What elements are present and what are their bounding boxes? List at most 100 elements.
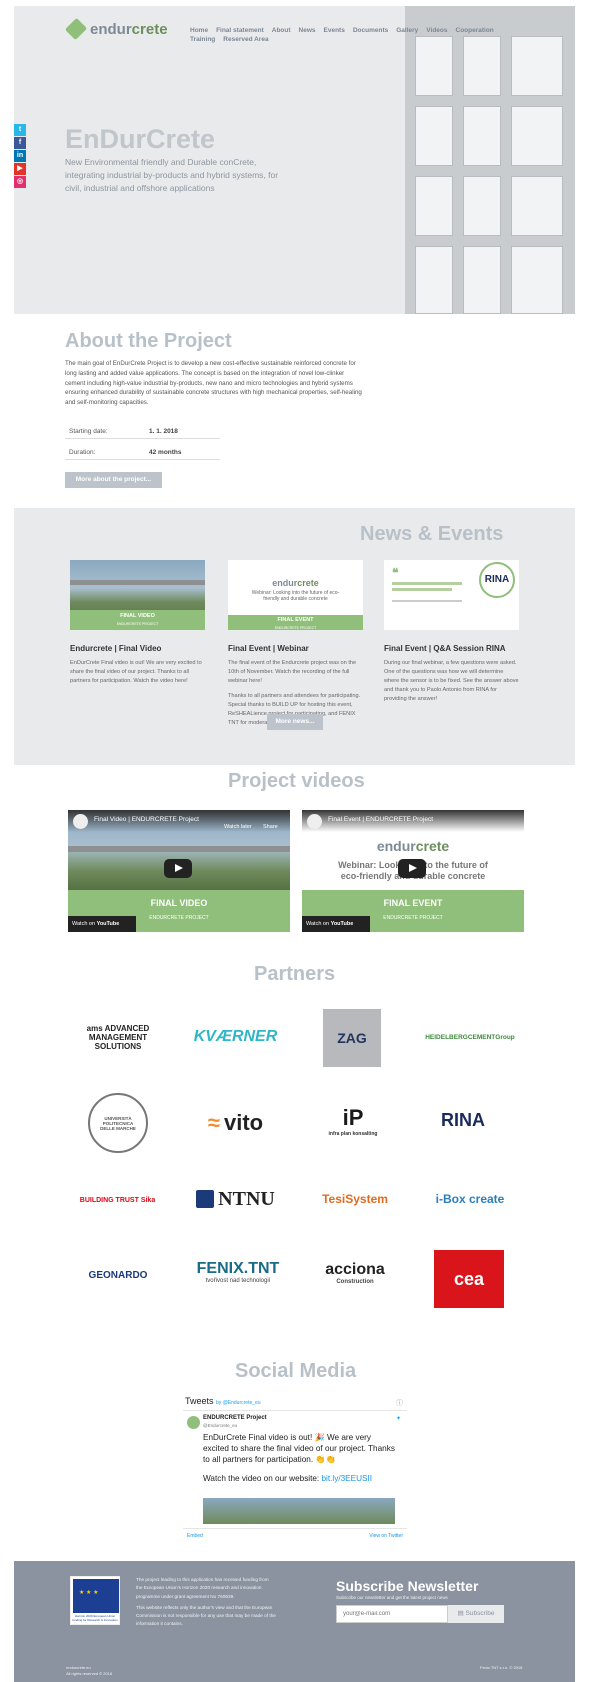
watch-on-label: Watch on <box>306 921 330 927</box>
avatar[interactable] <box>187 1416 200 1429</box>
view-on-twitter-link[interactable]: View on Twitter <box>369 1533 403 1539</box>
nav-cooperation[interactable]: Cooperation <box>456 26 494 35</box>
embed-link[interactable]: Embed <box>187 1533 203 1539</box>
news-card-image[interactable]: ❝ RINA <box>384 560 519 630</box>
newsletter-title: Subscribe Newsletter <box>336 1578 479 1594</box>
subscribe-label: Subscribe <box>465 1610 495 1617</box>
video-logo: endurcrete <box>302 838 524 854</box>
news-card-text: The final event of the Endurcrete projec… <box>228 660 357 684</box>
channel-avatar[interactable] <box>307 814 322 829</box>
more-about-button[interactable]: More about the project... <box>65 472 162 488</box>
nav-news[interactable]: News <box>299 26 316 35</box>
partner-logo-acciona[interactable]: acciona Construction <box>305 1254 405 1292</box>
main-nav: Home Final statement About News Events Docume… <box>190 26 520 44</box>
hero-subtitle: New Environmental friendly and Durable c… <box>65 157 279 193</box>
social-bar: t f in ▶ ◎ <box>14 124 26 189</box>
share-button[interactable]: Share <box>263 824 278 830</box>
news-card-image[interactable]: endurcrete Webinar: Looking into the fut… <box>228 560 363 630</box>
facebook-icon[interactable]: f <box>14 137 26 149</box>
subscribe-button[interactable]: ▤ Subscribe <box>448 1605 504 1623</box>
videos-title: Project videos <box>228 770 365 792</box>
nav-final-statement[interactable]: Final statement <box>216 26 264 35</box>
partner-logo-tesisystem[interactable]: TesiSystem <box>300 1185 410 1213</box>
twitter-widget[interactable]: Tweets by @Endurcrete_eu ⓘ ENDURCRETE Pr… <box>183 1394 407 1544</box>
site-logo[interactable]: endurcrete <box>64 17 168 41</box>
quote-line <box>392 588 452 591</box>
partner-logo-ams[interactable]: ams ADVANCED MANAGEMENT SOLUTIONS <box>68 1022 168 1052</box>
news-card[interactable]: ❝ RINA Final Event | Q&A Session RINA Du… <box>384 560 519 704</box>
tweet-link-label: Watch the video on our website: <box>203 1474 320 1483</box>
partner-logo-cea[interactable]: cea <box>434 1250 504 1308</box>
play-button-icon[interactable] <box>164 859 192 878</box>
twitter-icon[interactable]: t <box>14 124 26 136</box>
card-logo-b: crete <box>297 578 319 588</box>
info-icon[interactable]: ⓘ <box>396 1398 403 1408</box>
nav-gallery[interactable]: Gallery <box>396 26 418 35</box>
social-media-title: Social Media <box>235 1360 357 1382</box>
youtube-icon[interactable]: ▶ <box>14 163 26 175</box>
band-title: FINAL VIDEO <box>150 898 208 908</box>
partners-title: Partners <box>254 963 336 985</box>
nav-home[interactable]: Home <box>190 26 208 35</box>
newsletter-email-input[interactable] <box>336 1605 448 1623</box>
bridge-deck <box>70 580 205 590</box>
band-title: FINAL VIDEO <box>120 613 155 619</box>
nav-videos[interactable]: Videos <box>426 26 447 35</box>
tweet-link-line: Watch the video on our website: bit.ly/3… <box>203 1474 372 1483</box>
nav-documents[interactable]: Documents <box>353 26 388 35</box>
partner-logo-rina[interactable]: RINA <box>433 1105 493 1135</box>
news-section: News & Events FINAL VIDEO ENDURCRETE PROJ… <box>14 508 575 765</box>
nav-about[interactable]: About <box>272 26 291 35</box>
nav-events[interactable]: Events <box>324 26 345 35</box>
news-card-band: FINAL EVENT ENDURCRETE PROJECT <box>228 615 363 630</box>
partner-logo-heidelberg[interactable]: HEIDELBERGCEMENTGroup <box>415 1022 525 1052</box>
tweet-media-image[interactable] <box>203 1498 395 1524</box>
partner-logo-fenix[interactable]: FENIX.TNT tvořivost nad technologií <box>188 1252 288 1292</box>
video-title[interactable]: Final Video | ENDURCRETE Project <box>68 810 290 832</box>
linkedin-icon[interactable]: in <box>14 150 26 162</box>
video-player[interactable]: Final Video | ENDURCRETE Project Watch l… <box>68 810 290 932</box>
divider <box>183 1410 407 1411</box>
footer-site[interactable]: endurcrete.eu <box>66 1665 91 1670</box>
eu-caption: Horizon 2020 European Union funding for … <box>72 1614 118 1622</box>
footer-credit[interactable]: Fenix TNT s.r.o. © 2018 <box>480 1665 522 1670</box>
video-player[interactable]: Final Event | ENDURCRETE Project endurcr… <box>302 810 524 932</box>
about-title: About the Project <box>65 330 232 352</box>
watch-on-youtube[interactable]: Watch on YouTube <box>302 916 370 932</box>
acciona-text: acciona <box>325 1261 385 1278</box>
nav-reserved-area[interactable]: Reserved Area <box>223 35 268 44</box>
news-card-image[interactable]: FINAL VIDEO ENDURCRETE PROJECT <box>70 560 205 630</box>
hero-section: endurcrete Home Final statement About News E… <box>14 6 575 314</box>
more-news-button[interactable]: More news... <box>267 714 323 730</box>
bridge-deck <box>68 846 290 852</box>
partner-logo-kvaerner[interactable]: KVÆRNER <box>183 1022 288 1052</box>
video-title[interactable]: Final Event | ENDURCRETE Project <box>302 810 524 832</box>
partner-logo-infraplan[interactable]: iP infra plan konsalting <box>323 1095 383 1147</box>
play-button-icon[interactable] <box>398 859 426 878</box>
news-card-text: EnDurCrete Final video is out! We are ve… <box>70 660 202 684</box>
tweet-handle[interactable]: @Endurcrete_eu <box>203 1423 237 1428</box>
partner-logo-geonardo[interactable]: GEONARDO <box>66 1262 170 1288</box>
partner-logo-univpm[interactable]: UNIVERSITÀ POLITECNICA DELLE MARCHE <box>88 1093 148 1153</box>
footer-disclaimer: The project leading to this application … <box>136 1576 276 1629</box>
tweets-by-label[interactable]: by @Endurcrete_eu <box>216 1400 261 1406</box>
news-card-title[interactable]: Final Event | Q&A Session RINA <box>384 644 519 653</box>
nav-training[interactable]: Training <box>190 35 215 44</box>
watch-later-button[interactable]: Watch later <box>224 824 252 830</box>
partner-logo-ntnu[interactable]: NTNU <box>183 1185 288 1213</box>
youtube-logo: YouTube <box>330 921 354 927</box>
quote-line <box>392 600 462 602</box>
channel-avatar[interactable] <box>73 814 88 829</box>
instagram-icon[interactable]: ◎ <box>14 176 26 188</box>
news-card[interactable]: endurcrete Webinar: Looking into the fut… <box>228 560 363 728</box>
partner-logo-zag[interactable]: ZAG <box>323 1009 381 1067</box>
tweet-account[interactable]: ENDURCRETE Project <box>203 1415 267 1421</box>
news-card-title[interactable]: Endurcrete | Final Video <box>70 644 205 653</box>
news-card-title[interactable]: Final Event | Webinar <box>228 644 363 653</box>
watch-on-youtube[interactable]: Watch on YouTube <box>68 916 136 932</box>
partner-logo-vito[interactable]: ≈ vito <box>183 1105 288 1141</box>
partner-logo-sika[interactable]: BUILDING TRUST Sika <box>70 1185 165 1215</box>
news-card[interactable]: FINAL VIDEO ENDURCRETE PROJECT Endurcrete… <box>70 560 205 686</box>
partner-logo-ibox[interactable]: i-Box create <box>425 1185 515 1213</box>
tweet-link[interactable]: bit.ly/3EEUSII <box>322 1474 373 1483</box>
